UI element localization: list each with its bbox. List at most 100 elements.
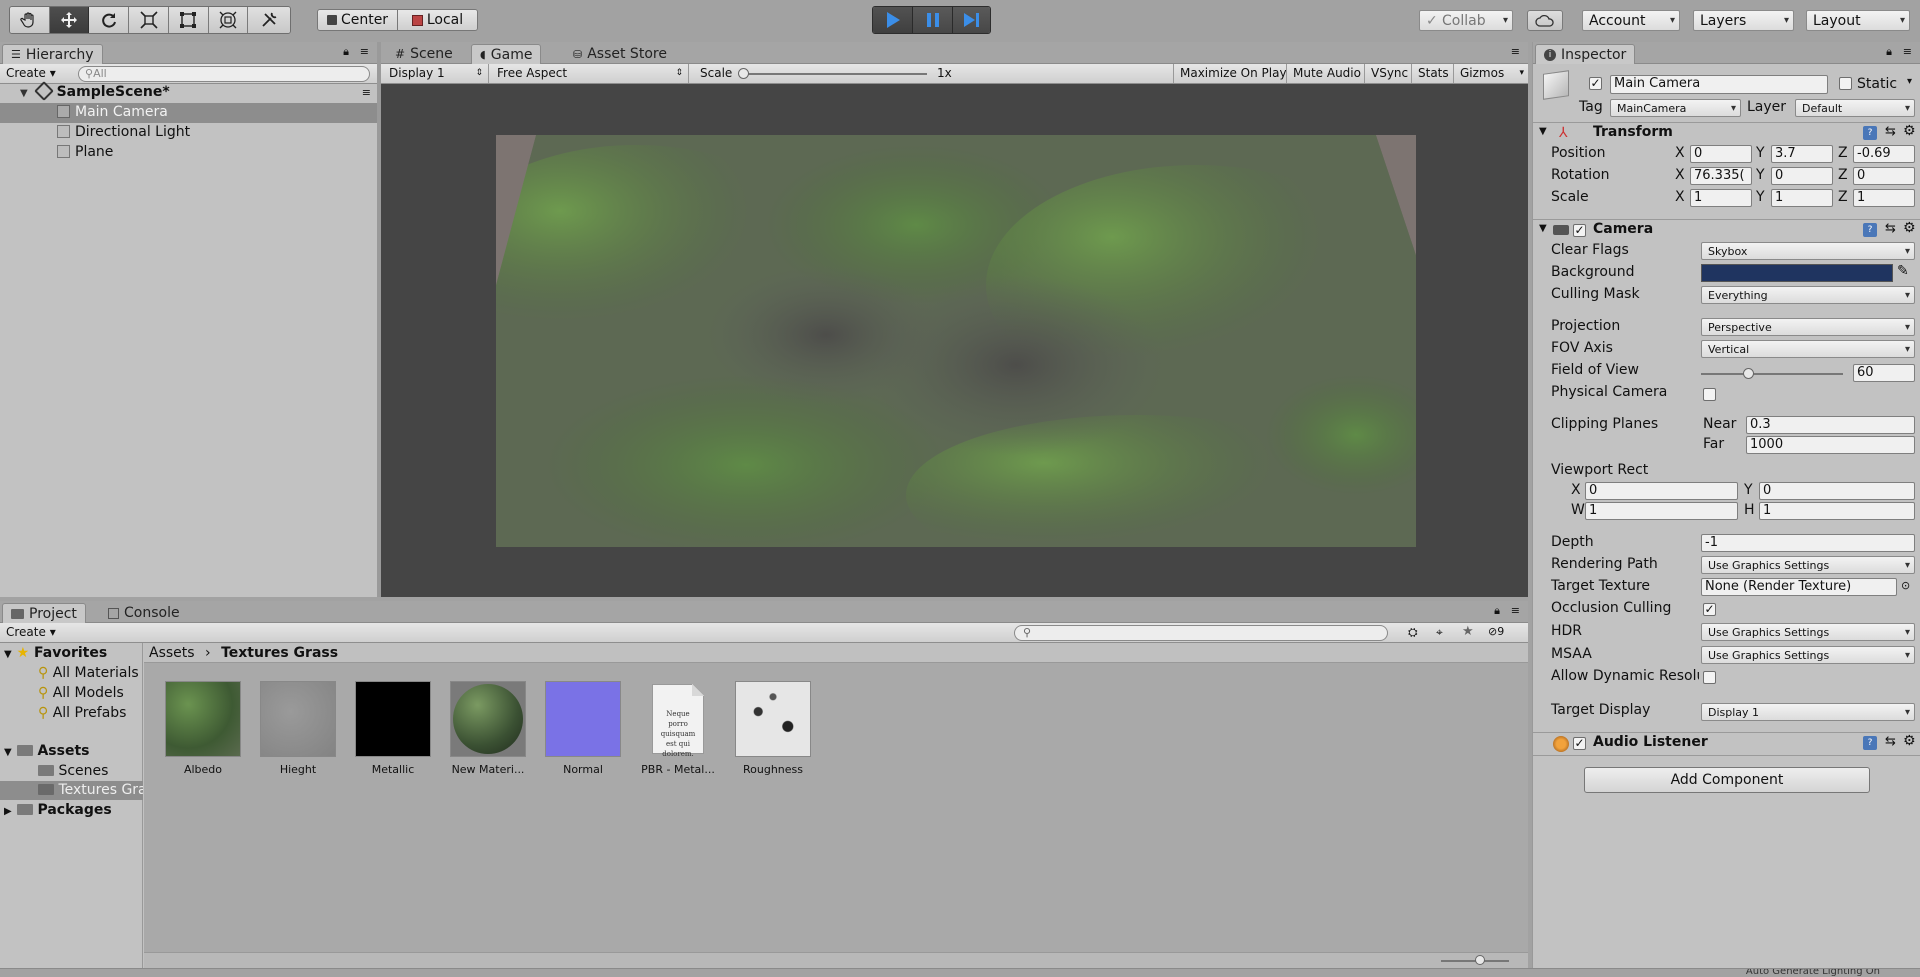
asset-albedo[interactable]: Albedo	[158, 681, 248, 776]
rotate-tool-icon[interactable]	[89, 7, 130, 33]
vsync-toggle[interactable]: VSync	[1364, 64, 1414, 83]
thumbnail-size-slider[interactable]	[1441, 955, 1509, 965]
panel-menu-icon[interactable]: ≡	[1511, 45, 1520, 58]
lock-icon[interactable]: 🔒︎	[1494, 604, 1500, 618]
project-search-input[interactable]: ⚲	[1014, 625, 1388, 641]
pause-button[interactable]	[913, 7, 953, 33]
aspect-dropdown[interactable]: Free Aspect ⇕	[489, 64, 689, 83]
tab-game[interactable]: ◖ Game	[471, 44, 542, 64]
rect-tool-icon[interactable]	[168, 7, 209, 33]
fov-field[interactable]: 60	[1853, 364, 1915, 382]
gear-icon[interactable]: ⚙	[1903, 220, 1916, 236]
packages-root[interactable]: ▶ Packages	[4, 802, 112, 818]
cloud-button[interactable]	[1527, 10, 1563, 31]
hdr-dropdown[interactable]: Use Graphics Settings	[1701, 623, 1915, 641]
msaa-dropdown[interactable]: Use Graphics Settings	[1701, 646, 1915, 664]
layout-dropdown[interactable]: Layout	[1806, 10, 1910, 31]
help-icon[interactable]: ?	[1863, 736, 1877, 750]
layers-dropdown[interactable]: Layers	[1693, 10, 1794, 31]
project-create-button[interactable]: Create ▾	[6, 625, 56, 639]
tab-inspector[interactable]: i Inspector	[1535, 44, 1636, 64]
tab-console[interactable]: Console	[100, 603, 188, 623]
eyedropper-icon[interactable]: ✎	[1897, 263, 1909, 279]
position-z-field[interactable]: -0.69	[1853, 145, 1915, 163]
pivot-center-button[interactable]: Center	[318, 10, 398, 30]
breadcrumb-current[interactable]: Textures Grass	[221, 645, 338, 661]
static-dropdown-icon[interactable]: ▾	[1907, 76, 1912, 87]
static-checkbox[interactable]	[1839, 77, 1852, 90]
target-display-dropdown[interactable]: Display 1	[1701, 703, 1915, 721]
step-button[interactable]	[953, 7, 990, 33]
camera-header[interactable]: ▼ ✓ Camera ? ⇆ ⚙	[1533, 219, 1920, 241]
game-render-view[interactable]	[496, 135, 1416, 547]
viewport-w-field[interactable]: 1	[1585, 502, 1738, 520]
layer-dropdown[interactable]: Default	[1795, 99, 1915, 117]
folder-item-textures-grass[interactable]: Textures Grass	[38, 782, 143, 798]
panel-menu-icon[interactable]: ≡	[1511, 604, 1520, 617]
filter-label-icon[interactable]: ⌖	[1436, 625, 1443, 640]
scale-x-field[interactable]: 1	[1690, 189, 1752, 207]
add-component-button[interactable]: Add Component	[1584, 767, 1870, 793]
breadcrumb-root[interactable]: Assets	[149, 645, 195, 661]
mute-audio-toggle[interactable]: Mute Audio	[1286, 64, 1367, 83]
custom-tool-icon[interactable]	[248, 7, 290, 33]
filter-type-icon[interactable]: ⛭	[1408, 625, 1418, 640]
thumbnail-size-thumb[interactable]	[1475, 955, 1485, 965]
scene-menu-icon[interactable]: ≡	[362, 86, 371, 99]
scale-tool-icon[interactable]	[129, 7, 169, 33]
fov-slider[interactable]	[1701, 368, 1843, 379]
rendering-path-dropdown[interactable]: Use Graphics Settings	[1701, 556, 1915, 574]
lock-icon[interactable]: 🔒︎	[343, 45, 349, 59]
culling-mask-dropdown[interactable]: Everything	[1701, 286, 1915, 304]
favorites-root[interactable]: ▼ ★ Favorites	[4, 645, 107, 661]
tab-hierarchy[interactable]: ☰ Hierarchy	[2, 44, 103, 64]
tab-asset-store[interactable]: ⛁ Asset Store	[565, 44, 675, 64]
asset-normal[interactable]: Normal	[538, 681, 628, 776]
allow-dynamic-resolution-checkbox[interactable]	[1703, 671, 1716, 684]
pivot-local-button[interactable]: Local	[398, 10, 477, 30]
preset-icon[interactable]: ⇆	[1885, 221, 1896, 236]
move-tool-icon[interactable]	[49, 7, 90, 33]
occlusion-culling-checkbox[interactable]: ✓	[1703, 603, 1716, 616]
hierarchy-search-input[interactable]: ⚲All	[78, 66, 370, 82]
scale-slider[interactable]	[738, 68, 927, 79]
hand-tool-icon[interactable]	[10, 7, 50, 33]
position-y-field[interactable]: 3.7	[1771, 145, 1833, 163]
audio-listener-enabled-checkbox[interactable]: ✓	[1573, 737, 1586, 750]
tag-dropdown[interactable]: MainCamera	[1610, 99, 1741, 117]
target-texture-field[interactable]: None (Render Texture)	[1701, 578, 1897, 596]
favorite-item[interactable]: ⚲ All Prefabs	[38, 705, 126, 721]
asset-metallic[interactable]: Metallic	[348, 681, 438, 776]
hierarchy-item-directional-light[interactable]: Directional Light	[57, 124, 190, 140]
rotation-z-field[interactable]: 0	[1853, 167, 1915, 185]
help-icon[interactable]: ?	[1863, 126, 1877, 140]
scale-z-field[interactable]: 1	[1853, 189, 1915, 207]
asset-new-material[interactable]: New Materi...	[443, 681, 533, 776]
display-dropdown[interactable]: Display 1 ⇕	[381, 64, 489, 83]
asset-pbr-metal[interactable]: Neque porro quisquam est qui dolorem. PB…	[633, 681, 723, 776]
lock-icon[interactable]: 🔒︎	[1886, 45, 1892, 59]
depth-field[interactable]: -1	[1701, 534, 1915, 552]
maximize-on-play-toggle[interactable]: Maximize On Play	[1173, 64, 1293, 83]
fov-slider-thumb[interactable]	[1742, 368, 1754, 379]
preset-icon[interactable]: ⇆	[1885, 124, 1896, 139]
collab-dropdown[interactable]: ✓ Collab	[1419, 10, 1513, 31]
favorite-star-icon[interactable]: ★	[1462, 624, 1474, 639]
help-icon[interactable]: ?	[1863, 223, 1877, 237]
gear-icon[interactable]: ⚙	[1903, 733, 1916, 749]
favorite-item[interactable]: ⚲ All Models	[38, 685, 124, 701]
rotation-x-field[interactable]: 76.335(	[1690, 167, 1752, 185]
hierarchy-item-main-camera[interactable]: Main Camera	[57, 104, 168, 120]
physical-camera-checkbox[interactable]	[1703, 388, 1716, 401]
scale-slider-thumb[interactable]	[738, 68, 749, 79]
hierarchy-item-plane[interactable]: Plane	[57, 144, 113, 160]
scale-y-field[interactable]: 1	[1771, 189, 1833, 207]
audio-listener-header[interactable]: ✓ Audio Listener ? ⇆ ⚙	[1533, 732, 1920, 754]
play-button[interactable]	[873, 7, 913, 33]
far-field[interactable]: 1000	[1746, 436, 1915, 454]
position-x-field[interactable]: 0	[1690, 145, 1752, 163]
panel-menu-icon[interactable]: ≡	[360, 45, 369, 58]
panel-menu-icon[interactable]: ≡	[1903, 45, 1912, 58]
preset-icon[interactable]: ⇆	[1885, 734, 1896, 749]
asset-hieght[interactable]: Hieght	[253, 681, 343, 776]
